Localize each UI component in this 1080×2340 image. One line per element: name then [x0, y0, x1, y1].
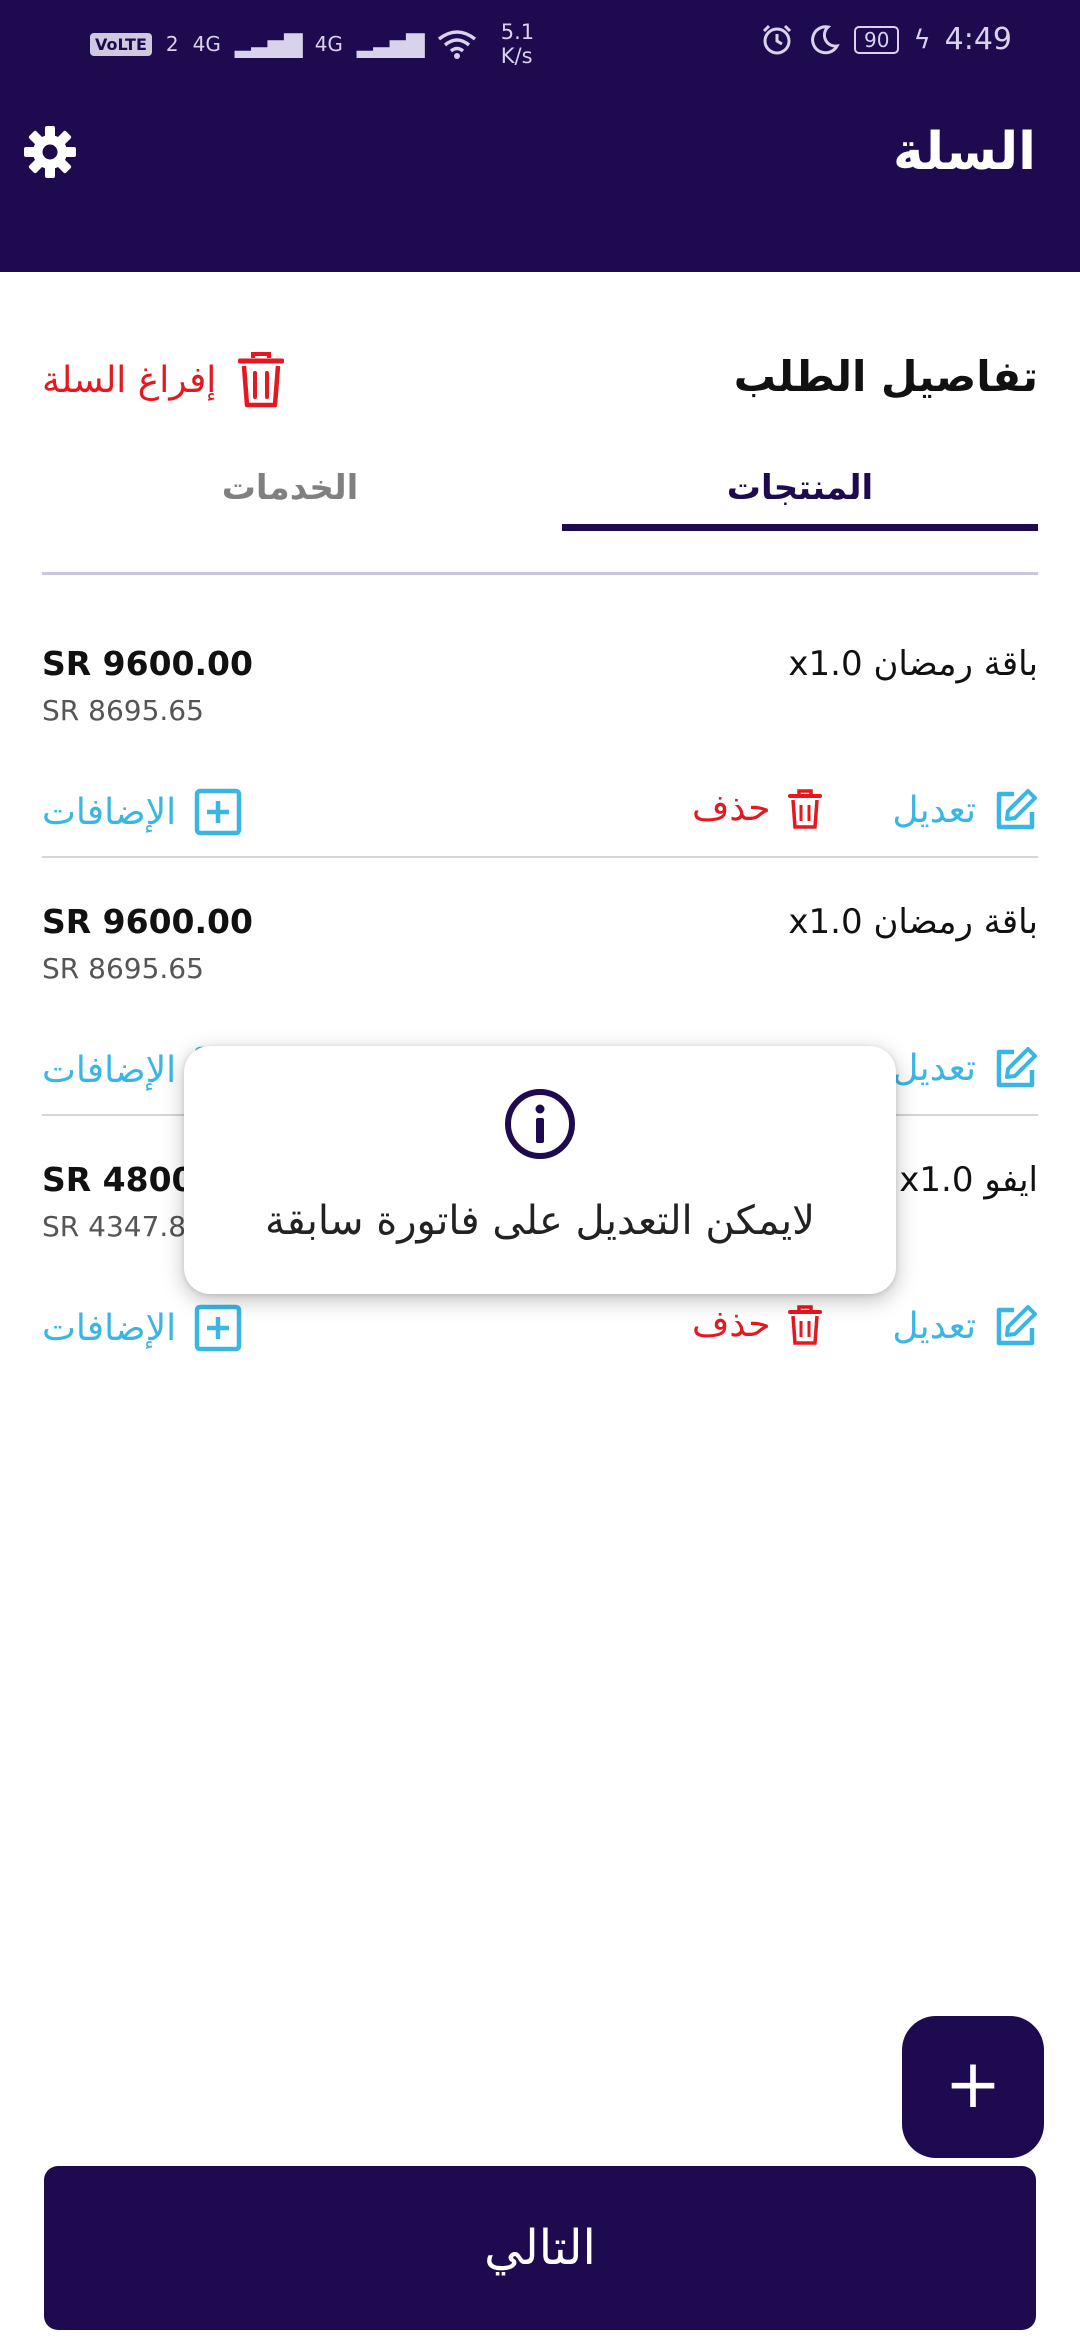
trash-icon	[788, 788, 823, 829]
edit-icon	[996, 1047, 1037, 1088]
item-price-before-tax: SR 4347.8	[42, 1210, 187, 1243]
next-button[interactable]: التالي	[44, 2166, 1036, 2330]
cart-item: باقة رمضان x1.0 SR 9600.00 SR 8695.65 ال…	[42, 602, 1038, 858]
settings-button[interactable]	[22, 124, 78, 180]
battery-icon: 90	[854, 25, 900, 54]
item-quantity: x1.0	[899, 1160, 974, 1200]
page-title: السلة	[892, 122, 1036, 182]
tab-services[interactable]: الخدمات	[50, 468, 530, 508]
edit-button[interactable]: تعديل	[892, 788, 1038, 832]
edit-label: تعديل	[892, 789, 976, 831]
network-type-1: 4G	[192, 32, 221, 56]
addons-label: الإضافات	[42, 1307, 177, 1349]
edit-button[interactable]: تعديل	[892, 1046, 1038, 1090]
wifi-icon	[437, 30, 476, 59]
volte-badge: VoLTE	[90, 32, 152, 56]
status-bar: VoLTE 2 4G ▂▃▅▇ 4G ▂▃▅▇ 5.1 K/s 90 ϟ 4:4…	[0, 0, 1080, 84]
item-price-before-tax: SR 8695.65	[42, 952, 204, 985]
app-header: VoLTE 2 4G ▂▃▅▇ 4G ▂▃▅▇ 5.1 K/s 90 ϟ 4:4…	[0, 0, 1080, 272]
network-speed: 5.1 K/s	[501, 20, 534, 68]
add-fab-button[interactable]: +	[902, 2016, 1044, 2158]
item-price: SR 9600.00	[42, 902, 253, 941]
delete-button[interactable]: حذف	[692, 1304, 823, 1345]
addons-button[interactable]: الإضافات	[42, 788, 242, 836]
item-price-before-tax: SR 8695.65	[42, 694, 204, 727]
edit-button[interactable]: تعديل	[892, 1304, 1038, 1348]
addons-button[interactable]: الإضافات	[42, 1304, 242, 1352]
empty-cart-label: إفراغ السلة	[42, 359, 217, 401]
toast-message: لايمكن التعديل على فاتورة سابقة	[265, 1198, 815, 1244]
edit-label: تعديل	[892, 1047, 976, 1089]
speed-value: 5.1	[500, 20, 535, 44]
edit-label: تعديل	[892, 1305, 976, 1347]
delete-label: حذف	[692, 1304, 771, 1345]
addons-label: الإضافات	[42, 791, 177, 833]
plus-square-icon	[194, 788, 242, 836]
charging-icon: ϟ	[913, 24, 931, 55]
info-icon	[505, 1089, 575, 1159]
info-toast: لايمكن التعديل على فاتورة سابقة	[184, 1046, 896, 1294]
item-price: SR 4800.	[42, 1160, 208, 1199]
sim-number: 2	[165, 32, 179, 56]
item-name-row: باقة رمضان x1.0	[788, 644, 1038, 684]
order-details-title: تفاصيل الطلب	[733, 352, 1038, 401]
signal-icon: ▂▃▅▇	[234, 30, 303, 58]
empty-cart-button[interactable]: إفراغ السلة	[42, 352, 285, 408]
tab-products[interactable]: المنتجات	[560, 468, 1040, 508]
moon-icon	[811, 24, 840, 54]
network-type-2: 4G	[314, 32, 343, 56]
speed-unit: K/s	[500, 44, 533, 68]
item-name-row: باقة رمضان x1.0	[788, 902, 1038, 942]
clock: 4:49	[944, 22, 1012, 57]
addons-label: الإضافات	[42, 1049, 177, 1091]
edit-icon	[996, 1305, 1037, 1346]
edit-icon	[996, 789, 1037, 830]
alarm-icon	[762, 24, 792, 54]
gear-icon	[24, 126, 76, 178]
item-name: ايفو	[984, 1160, 1038, 1200]
status-left: VoLTE 2 4G ▂▃▅▇ 4G ▂▃▅▇ 5.1 K/s	[90, 20, 534, 68]
item-quantity: x1.0	[788, 902, 863, 942]
item-divider	[42, 856, 1038, 858]
delete-label: حذف	[692, 788, 771, 829]
item-quantity: x1.0	[788, 644, 863, 684]
trash-icon	[788, 1304, 823, 1345]
delete-button[interactable]: حذف	[692, 788, 823, 829]
item-name: باقة رمضان	[873, 902, 1038, 942]
item-name: باقة رمضان	[873, 644, 1038, 684]
trash-icon	[238, 352, 285, 408]
status-right: 90 ϟ 4:49	[760, 22, 1012, 57]
signal-icon-2: ▂▃▅▇	[356, 30, 425, 58]
tabs-divider	[42, 572, 1038, 575]
tab-indicator	[562, 524, 1038, 531]
item-price: SR 9600.00	[42, 644, 253, 683]
item-name-row: ايفو x1.0	[899, 1160, 1038, 1200]
plus-square-icon	[194, 1304, 242, 1352]
